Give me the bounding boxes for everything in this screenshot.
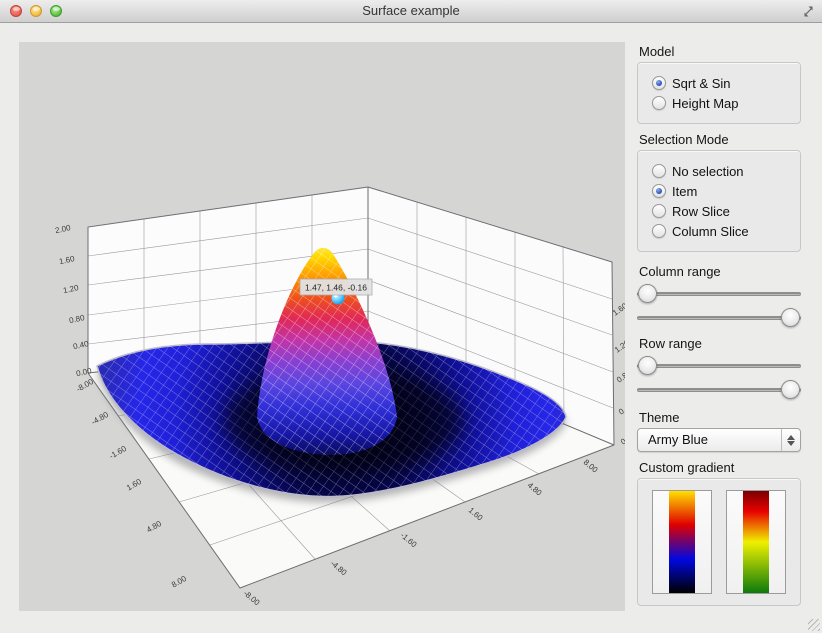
axis-tick: 1.60 — [611, 301, 625, 318]
axis-tick: 4.80 — [526, 481, 544, 498]
gradient-bar — [669, 491, 695, 593]
app-window: Surface example — [0, 0, 822, 633]
model-group-label: Model — [639, 44, 801, 59]
control-panel: Model Sqrt & Sin Height Map Selection Mo… — [637, 44, 801, 606]
selection-mode-group-label: Selection Mode — [639, 132, 801, 147]
radio-icon — [652, 96, 666, 110]
theme-combobox[interactable]: Army Blue — [637, 428, 801, 452]
axis-tick: -1.60 — [108, 444, 129, 461]
custom-gradient-label: Custom gradient — [639, 460, 801, 475]
radio-label: Sqrt & Sin — [672, 76, 731, 91]
selection-callout: 1.47, 1.46, -0.16 — [300, 279, 372, 295]
radio-label: Item — [672, 184, 697, 199]
radio-icon — [652, 204, 666, 218]
theme-selected-value: Army Blue — [648, 432, 708, 447]
gradient-swatch-green-red[interactable] — [726, 490, 786, 594]
axis-tick: 0.80 — [615, 368, 625, 385]
radio-icon — [652, 76, 666, 90]
axis-tick: 0.40 — [617, 400, 625, 417]
axis-tick: 8.00 — [170, 574, 188, 590]
slider-track[interactable] — [637, 388, 801, 392]
radio-sqrt-sin[interactable]: Sqrt & Sin — [652, 73, 792, 93]
axis-tick: -4.80 — [90, 410, 111, 427]
radio-no-selection[interactable]: No selection — [652, 161, 792, 181]
window-title: Surface example — [0, 3, 822, 18]
selection-mode-groupbox: No selection Item Row Slice Column Slice — [637, 150, 801, 252]
radio-row-slice[interactable]: Row Slice — [652, 201, 792, 221]
row-range-label: Row range — [639, 336, 801, 351]
title-bar[interactable]: Surface example — [0, 0, 822, 23]
radio-item[interactable]: Item — [652, 181, 792, 201]
column-range-label: Column range — [639, 264, 801, 279]
slider-handle[interactable] — [638, 284, 657, 303]
slider-handle[interactable] — [781, 380, 800, 399]
axis-tick: 4.80 — [145, 519, 163, 535]
surface-plot-canvas[interactable]: 1.47, 1.46, -0.16 2.00 1.60 1.20 0.80 0.… — [19, 42, 625, 611]
axis-tick: 0.80 — [68, 313, 86, 325]
axis-tick: 1.20 — [613, 338, 625, 355]
selection-label: 1.47, 1.46, -0.16 — [305, 283, 367, 293]
radio-icon — [652, 184, 666, 198]
surface-plot: 1.47, 1.46, -0.16 2.00 1.60 1.20 0.80 0.… — [19, 42, 625, 611]
axis-tick: -8.00 — [242, 589, 262, 608]
fullscreen-icon[interactable] — [801, 4, 816, 19]
radio-icon — [652, 164, 666, 178]
axis-tick: 0.00 — [619, 430, 625, 447]
axis-tick: 2.00 — [54, 223, 72, 235]
radio-height-map[interactable]: Height Map — [652, 93, 792, 113]
slider-track[interactable] — [637, 292, 801, 296]
slider-track[interactable] — [637, 364, 801, 368]
model-groupbox: Sqrt & Sin Height Map — [637, 62, 801, 124]
theme-label: Theme — [639, 410, 801, 425]
resize-grip[interactable] — [808, 619, 820, 631]
radio-label: No selection — [672, 164, 744, 179]
axis-tick: 1.60 — [467, 506, 485, 523]
radio-column-slice[interactable]: Column Slice — [652, 221, 792, 241]
y-axis-left-ticks: 2.00 1.60 1.20 0.80 0.40 0.00 — [54, 223, 93, 378]
axis-tick: -4.80 — [329, 559, 349, 578]
column-range-max-slider[interactable] — [637, 306, 801, 330]
axis-tick: 0.40 — [72, 339, 90, 351]
row-range-min-slider[interactable] — [637, 354, 801, 378]
axis-tick: -1.60 — [399, 531, 419, 550]
gradient-swatch-black-blue-red-yellow[interactable] — [652, 490, 712, 594]
gradient-bar — [743, 491, 769, 593]
radio-label: Row Slice — [672, 204, 730, 219]
combo-stepper-icon — [781, 429, 800, 451]
radio-icon — [652, 224, 666, 238]
custom-gradient-groupbox — [637, 478, 801, 606]
axis-tick: 1.60 — [125, 477, 143, 493]
axis-tick: 8.00 — [582, 458, 600, 475]
axis-tick: 1.20 — [62, 283, 80, 295]
axis-tick: 1.60 — [58, 254, 76, 266]
slider-track[interactable] — [637, 316, 801, 320]
slider-handle[interactable] — [781, 308, 800, 327]
row-range-max-slider[interactable] — [637, 378, 801, 402]
radio-label: Height Map — [672, 96, 738, 111]
column-range-min-slider[interactable] — [637, 282, 801, 306]
slider-handle[interactable] — [638, 356, 657, 375]
radio-label: Column Slice — [672, 224, 749, 239]
